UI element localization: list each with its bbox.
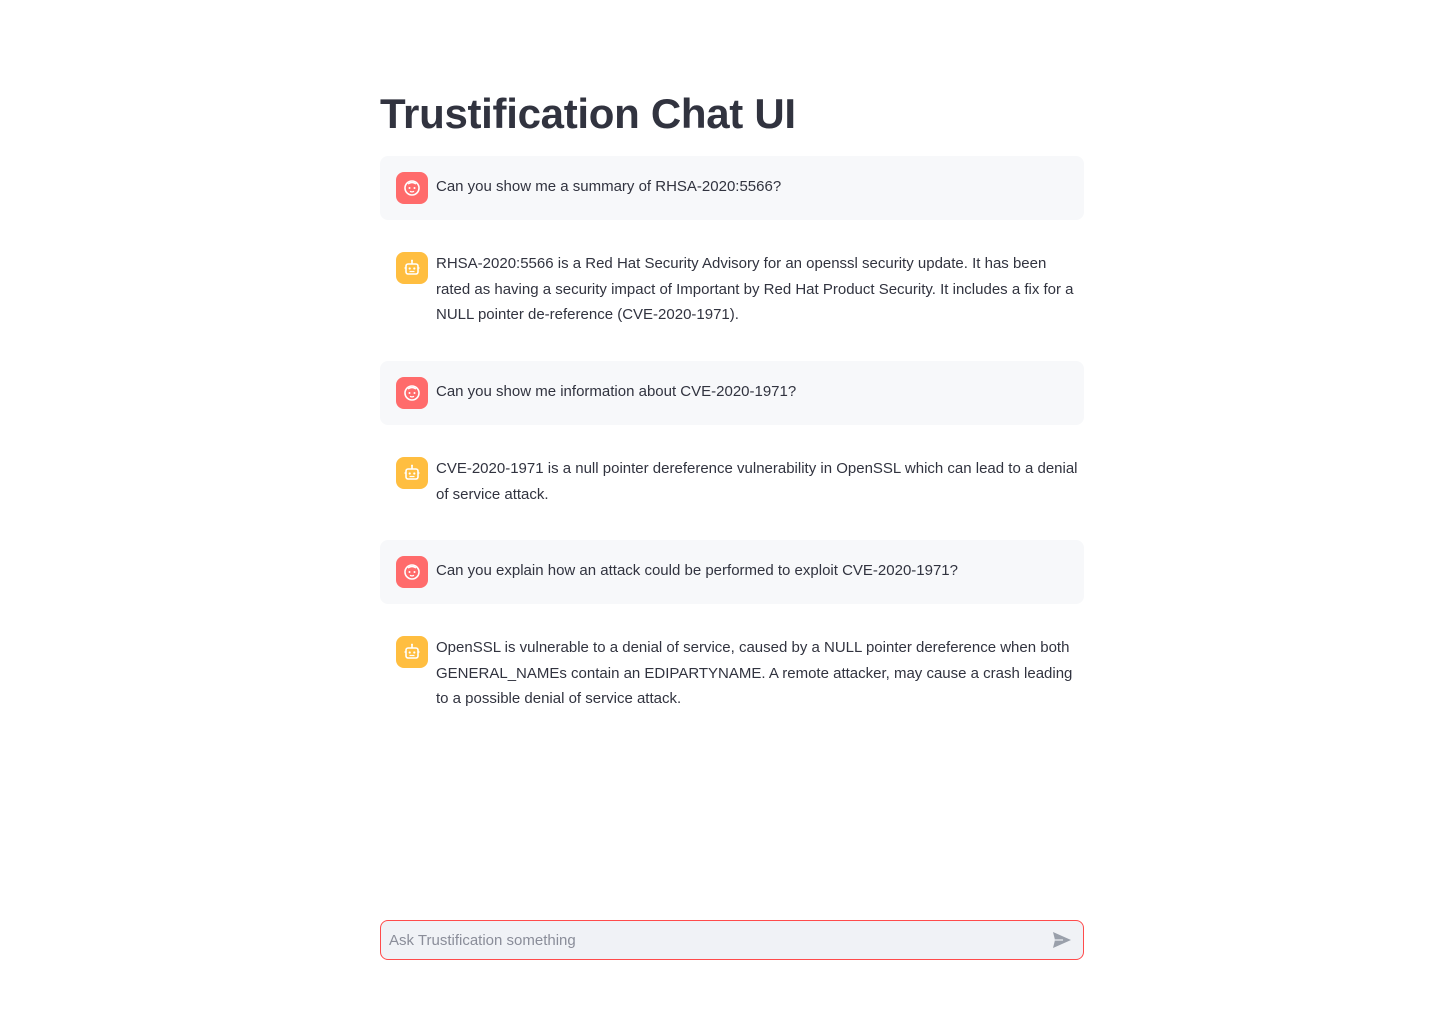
chat-message-assistant: RHSA-2020:5566 is a Red Hat Security Adv… [380,236,1084,346]
chat-message-user: Can you show me a summary of RHSA-2020:5… [380,156,1084,220]
robot-icon [396,636,428,668]
user-face-icon [396,377,428,409]
chat-message-text: Can you show me information about CVE-20… [436,383,797,400]
page-title: Trustification Chat UI [380,90,796,137]
chat-message-user: Can you explain how an attack could be p… [380,540,1084,604]
robot-icon [396,457,428,489]
chat-message-text: OpenSSL is vulnerable to a denial of ser… [436,639,1073,707]
chat-message-text: Can you explain how an attack could be p… [436,562,958,579]
chat-message-text: CVE-2020-1971 is a null pointer derefere… [436,460,1078,503]
send-button[interactable] [1049,927,1075,953]
chat-input[interactable] [389,921,1039,959]
user-face-icon [396,556,428,588]
chat-message-assistant: OpenSSL is vulnerable to a denial of ser… [380,620,1084,730]
robot-icon [396,252,428,284]
chat-message-text: Can you show me a summary of RHSA-2020:5… [436,178,782,195]
chat-input-container [380,920,1084,960]
chat-message-text: RHSA-2020:5566 is a Red Hat Security Adv… [436,255,1074,323]
user-face-icon [396,172,428,204]
chat-message-user: Can you show me information about CVE-20… [380,361,1084,425]
send-icon [1053,932,1071,948]
chat-message-assistant: CVE-2020-1971 is a null pointer derefere… [380,441,1084,525]
